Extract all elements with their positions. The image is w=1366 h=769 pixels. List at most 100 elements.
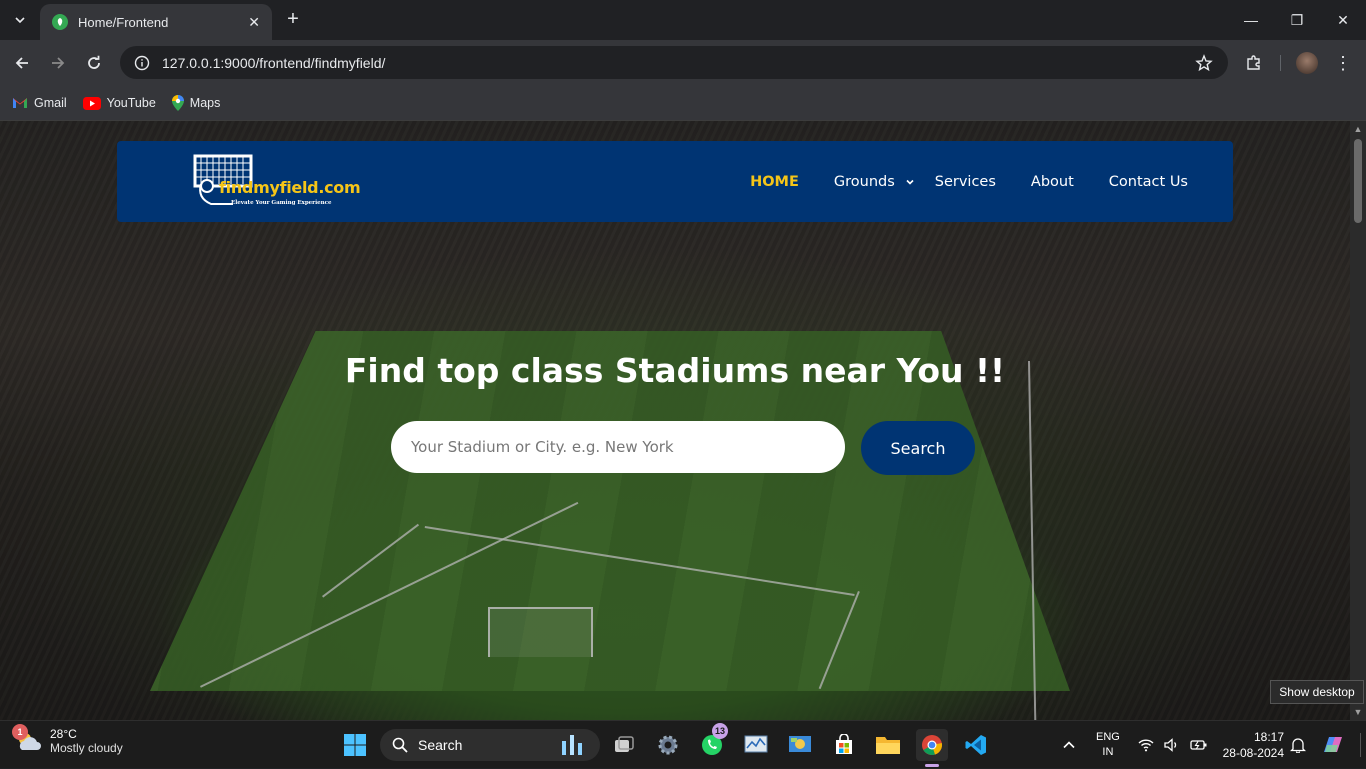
scrollbar-thumb[interactable] [1354, 139, 1362, 223]
store-icon [836, 734, 852, 754]
browser-toolbar: 127.0.0.1:9000/frontend/findmyfield/ ⋮ [0, 40, 1366, 86]
star-icon [1195, 54, 1213, 72]
task-view-button[interactable] [608, 729, 640, 761]
close-window-button[interactable]: ✕ [1320, 0, 1366, 40]
taskbar-search[interactable]: Search [380, 729, 600, 761]
page-scrollbar[interactable]: ▲ ▼ [1350, 121, 1366, 720]
avatar [1296, 52, 1318, 74]
file-explorer-button[interactable] [872, 729, 904, 761]
system-tray-icons[interactable] [1138, 721, 1208, 769]
cloud-icon: 1 [12, 724, 42, 752]
tab-title: Home/Frontend [78, 14, 169, 30]
site-favicon-icon [52, 14, 68, 30]
bookmark-label: YouTube [106, 96, 156, 110]
arrow-right-icon [52, 57, 65, 69]
scroll-up-icon[interactable]: ▲ [1350, 121, 1366, 137]
region-text: IN [1102, 746, 1114, 758]
nav-grounds[interactable]: Grounds [834, 174, 915, 190]
nav-about[interactable]: About [1031, 174, 1074, 190]
hero-title: Find top class Stadiums near You !! [344, 351, 1006, 390]
nav-grounds-label: Grounds [833, 173, 895, 190]
nav-home[interactable]: HOME [750, 174, 799, 190]
battery-icon [1190, 740, 1207, 750]
performance-monitor-icon [744, 735, 768, 753]
whatsapp-badge: 13 [712, 723, 728, 739]
bookmark-maps[interactable]: Maps [171, 95, 221, 111]
copilot-icon [1324, 737, 1342, 752]
extensions-button[interactable] [1242, 51, 1266, 75]
gmail-icon [13, 98, 27, 108]
bookmark-gmail[interactable]: Gmail [12, 96, 67, 110]
volume-icon [1164, 738, 1177, 752]
youtube-icon [82, 96, 101, 110]
tab-search-button[interactable] [8, 8, 32, 32]
language-text: ENG [1096, 731, 1120, 743]
chrome-icon [922, 735, 942, 755]
info-icon[interactable] [134, 55, 150, 71]
main-menu: HOME Grounds Services About Contact Us [715, 141, 1188, 222]
back-button[interactable] [10, 51, 34, 75]
start-button[interactable] [339, 729, 371, 761]
condition-text: Mostly cloudy [50, 741, 123, 755]
windows-taskbar: 1 28°C Mostly cloudy Search 13 ENG IN 18… [0, 720, 1366, 768]
reload-button[interactable] [82, 51, 106, 75]
search-highlight-icon [562, 735, 582, 755]
clock[interactable]: 18:17 28-08-2024 [1218, 721, 1284, 769]
chevron-down-icon [15, 17, 25, 24]
maps-icon [171, 95, 184, 111]
toolbar-divider [1280, 55, 1281, 71]
notifications-button[interactable] [1290, 721, 1306, 769]
url-text: 127.0.0.1:9000/frontend/findmyfield/ [162, 54, 386, 71]
browser-menu-button[interactable]: ⋮ [1331, 51, 1355, 75]
site-navbar: findmyfield.com Elevate Your Gaming Expe… [117, 141, 1233, 222]
bookmark-youtube[interactable]: YouTube [82, 96, 156, 110]
chevron-up-icon [1063, 741, 1075, 749]
weather-badge: 1 [12, 724, 28, 740]
scroll-down-icon[interactable]: ▼ [1350, 704, 1366, 720]
nav-contact[interactable]: Contact Us [1109, 174, 1188, 190]
address-bar[interactable]: 127.0.0.1:9000/frontend/findmyfield/ [120, 46, 1228, 79]
bookmarks-bar: Gmail YouTube Maps [0, 86, 1366, 121]
date-text: 28-08-2024 [1222, 746, 1284, 760]
bookmark-label: Gmail [34, 96, 67, 110]
weather-widget[interactable]: 1 28°C Mostly cloudy [12, 724, 123, 755]
vscode-button[interactable] [960, 729, 992, 761]
puzzle-icon [1247, 55, 1260, 70]
monitor-app-button[interactable] [740, 729, 772, 761]
temperature-text: 28°C [50, 727, 77, 741]
language-indicator[interactable]: ENG IN [1096, 721, 1120, 769]
settings-app-button[interactable] [652, 729, 684, 761]
minimize-button[interactable]: — [1228, 0, 1274, 40]
whatsapp-button[interactable]: 13 [696, 723, 728, 761]
windows-icon [344, 734, 366, 756]
show-desktop-tooltip: Show desktop [1270, 680, 1364, 704]
browser-tab[interactable]: Home/Frontend ✕ [40, 4, 272, 40]
tab-strip: Home/Frontend ✕ + — ❐ ✕ [0, 0, 1366, 40]
time-text: 18:17 [1253, 730, 1284, 744]
copilot-button[interactable] [1320, 721, 1346, 769]
bookmark-label: Maps [189, 96, 221, 110]
show-desktop-button[interactable] [1360, 733, 1361, 757]
nav-services[interactable]: Services [935, 174, 996, 190]
store-button[interactable] [828, 729, 860, 761]
gear-icon [658, 735, 678, 755]
search-button[interactable]: Search [861, 421, 975, 475]
control-panel-button[interactable] [784, 729, 816, 761]
tab-close-icon[interactable]: ✕ [248, 14, 260, 31]
chevron-down-icon [906, 179, 914, 185]
logo-tagline: Elevate Your Gaming Experience [231, 200, 332, 206]
profile-avatar[interactable] [1295, 51, 1319, 75]
show-hidden-icons[interactable] [1062, 721, 1076, 769]
stadium-search-input[interactable]: Your Stadium or City. e.g. New York [391, 421, 845, 473]
site-logo[interactable]: findmyfield.com Elevate Your Gaming Expe… [193, 154, 363, 212]
active-app-indicator [925, 764, 939, 767]
taskbar-search-label: Search [418, 737, 463, 753]
chrome-button[interactable] [916, 729, 948, 767]
forward-button[interactable] [46, 51, 70, 75]
bookmark-star-button[interactable] [1192, 51, 1216, 75]
new-tab-button[interactable]: + [282, 8, 304, 30]
bell-icon [1290, 738, 1306, 753]
reload-icon [88, 55, 100, 69]
restore-button[interactable]: ❐ [1274, 0, 1320, 40]
task-view-icon [615, 736, 634, 752]
